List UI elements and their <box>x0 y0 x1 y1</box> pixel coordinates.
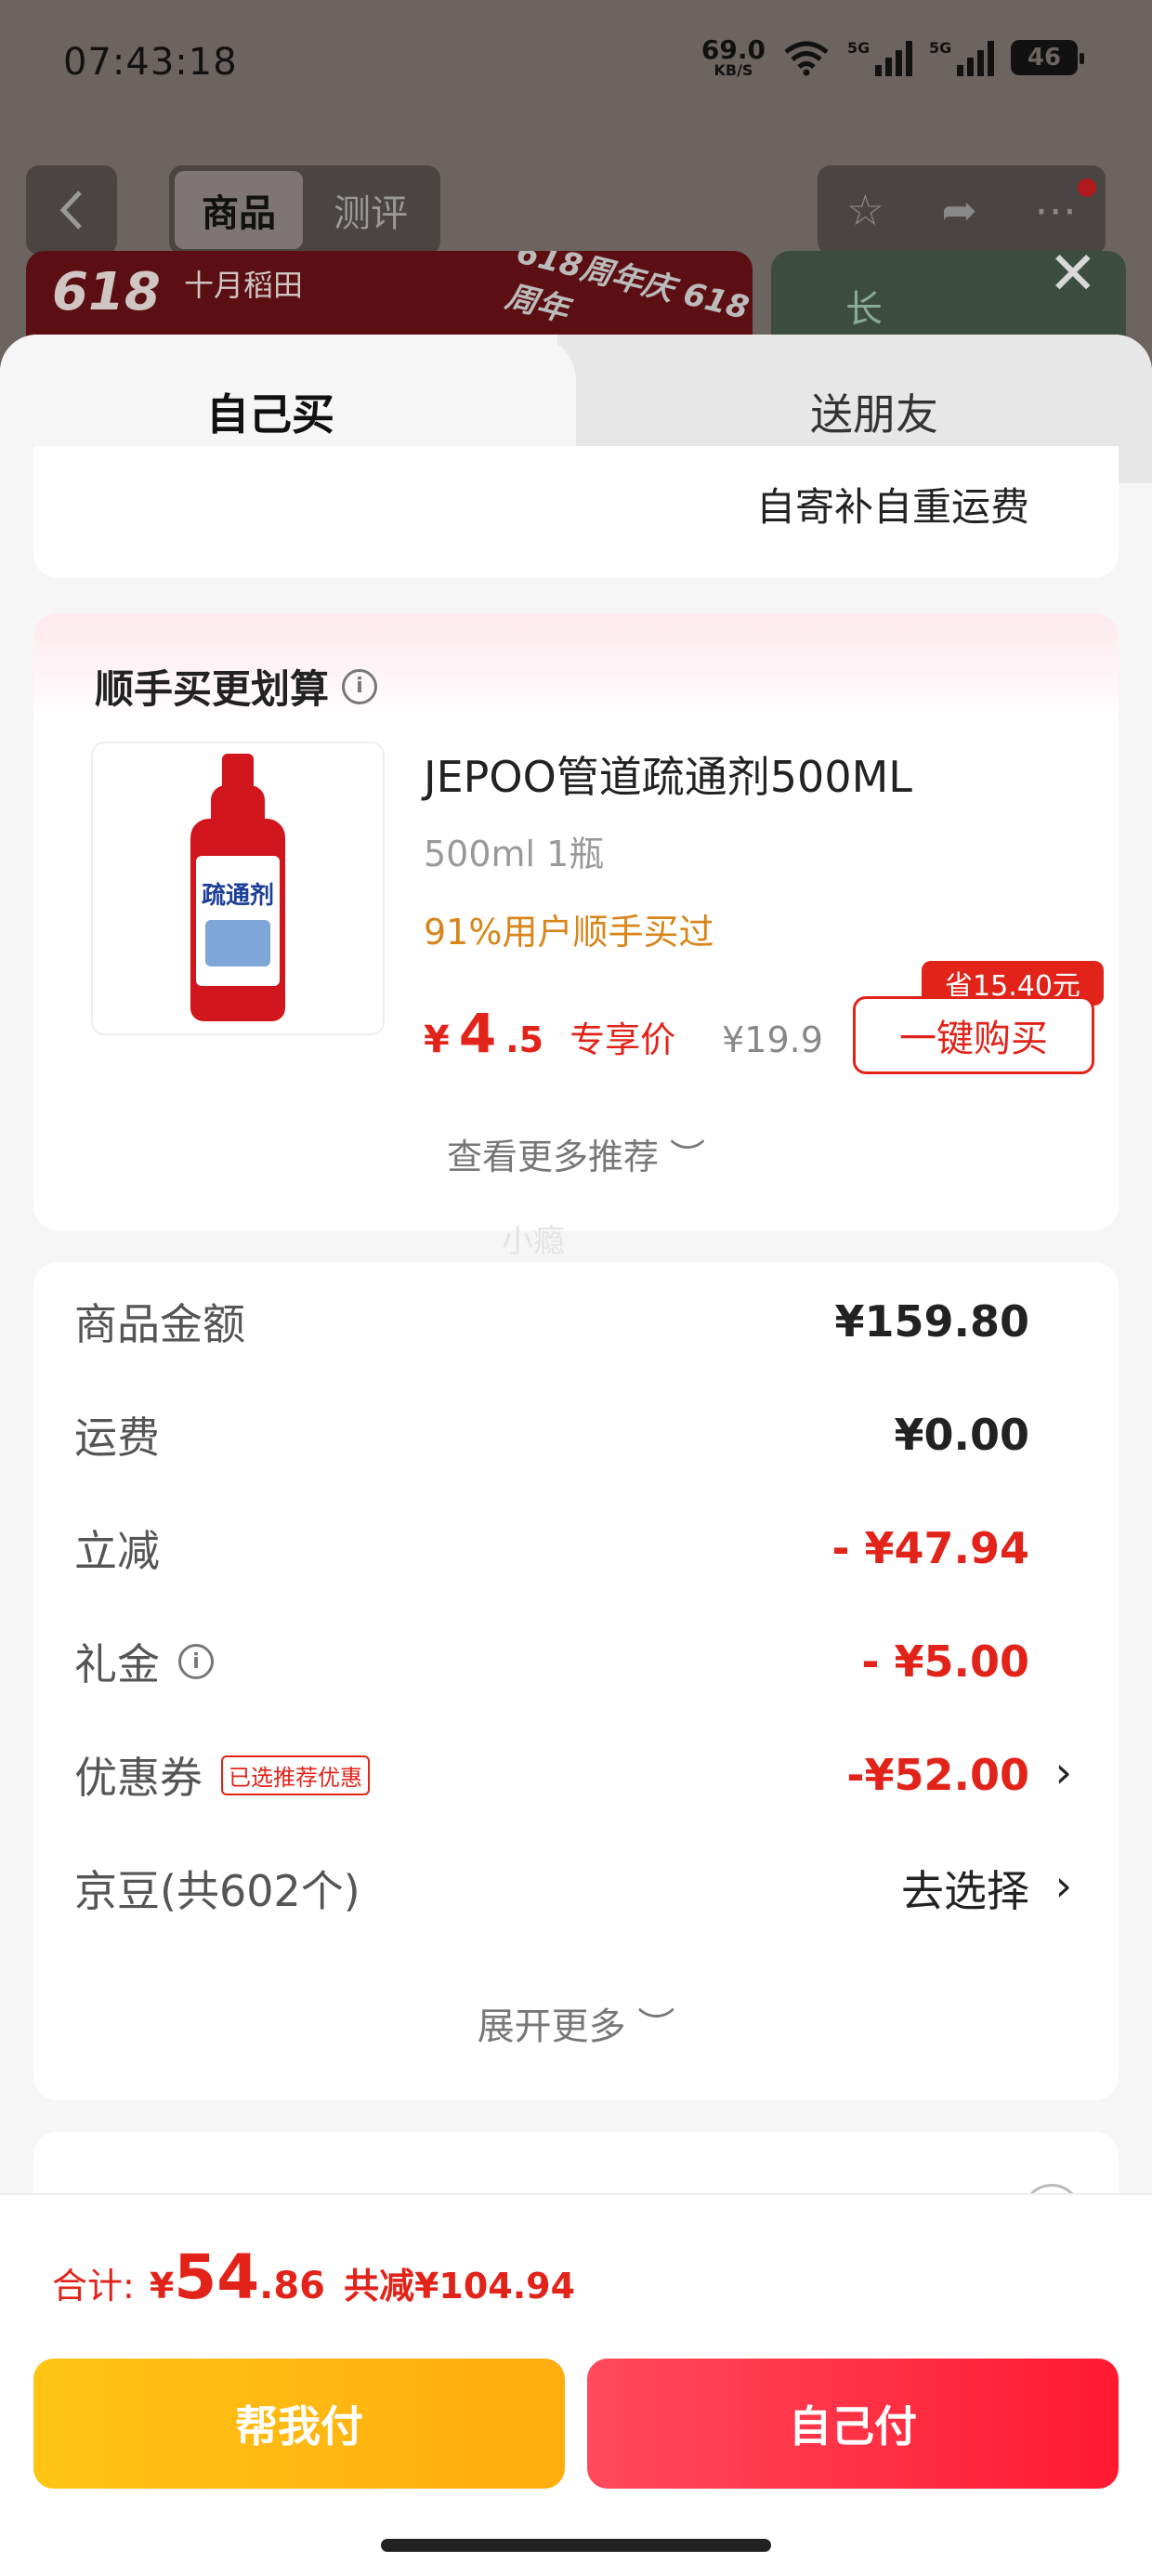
help-pay-button[interactable]: 帮我付 <box>33 2359 565 2489</box>
status-time: 07:43:18 <box>63 41 238 84</box>
network-speed-unit: KB/S <box>713 61 753 79</box>
row-jd-beans[interactable]: 京豆(共602个) 去选择 <box>74 1860 1029 1916</box>
share-icon[interactable]: ➦ <box>941 185 977 235</box>
price-int: 4 <box>458 1002 497 1065</box>
more-icon[interactable]: ⋯ <box>1034 185 1077 235</box>
one-click-buy-button[interactable]: 一键购买 <box>853 996 1094 1074</box>
goods-amount-value: ¥159.80 <box>834 1296 1029 1347</box>
close-icon[interactable]: ✕ <box>1048 240 1098 309</box>
checkout-footer: 合计: ¥ 54 .86 共减¥104.94 帮我付 自己付 <box>0 2193 1152 2576</box>
notification-dot <box>1078 178 1096 197</box>
total-reduce: 共减¥104.94 <box>343 2266 576 2307</box>
goods-amount-label: 商品金额 <box>74 1299 245 1349</box>
banner-brand: 十月稻田 <box>184 268 304 303</box>
original-price: ¥19.9 <box>722 1019 823 1060</box>
address-card[interactable]: 自寄补自重运费 <box>33 446 1119 578</box>
more-recommend-link[interactable]: 查看更多推荐 ︶ <box>33 1128 1119 1179</box>
row-coupon[interactable]: 优惠券 已选推荐优惠 -¥52.00 <box>74 1747 1029 1803</box>
total-dec: .86 <box>259 2265 325 2307</box>
back-button[interactable] <box>26 165 117 255</box>
product-name[interactable]: JEPOO管道疏通剂500ML <box>424 743 912 805</box>
row-discount: 立减 - ¥47.94 <box>74 1520 1029 1576</box>
product-spec[interactable]: 500ml 1瓶 <box>424 825 604 876</box>
chevron-left-icon <box>59 191 82 230</box>
recommend-title-text: 顺手买更划算 <box>95 666 330 712</box>
signal-icon-1: 5G <box>847 39 912 76</box>
row-goods-amount: 商品金额 ¥159.80 <box>74 1294 1029 1349</box>
total-label: 合计: <box>52 2266 135 2307</box>
watermark: 小瘾 <box>502 1223 565 1260</box>
chevron-right-icon[interactable]: › <box>1055 1860 1072 1911</box>
expand-more-link[interactable]: 展开更多 ︶ <box>33 1996 1119 2050</box>
battery-level: 46 <box>1027 44 1062 72</box>
status-icons: 69.0 KB/S 5G 5G 46 <box>701 37 1084 78</box>
screen: 07:43:18 69.0 KB/S 5G 5G 46 商品 测评 ☆ ➦ ⋯ … <box>0 0 1152 2576</box>
price-currency: ¥ <box>424 1019 450 1061</box>
info-icon[interactable]: i <box>178 1644 214 1679</box>
bottle-label: 疏通剂 <box>201 882 274 910</box>
total-currency: ¥ <box>149 2266 175 2307</box>
self-pay-button[interactable]: 自己付 <box>587 2359 1119 2489</box>
banner-logo: 618 <box>52 262 161 322</box>
price-tag: 专享价 <box>569 1019 676 1060</box>
shipping-label: 运费 <box>74 1413 160 1463</box>
discount-label: 立减 <box>74 1526 160 1576</box>
network-speed: 69.0 KB/S <box>701 37 766 78</box>
product-image[interactable]: 疏通剂 <box>91 742 385 1035</box>
wifi-icon <box>784 41 829 76</box>
network-speed-value: 69.0 <box>700 34 766 65</box>
row-gift: 礼金 i - ¥5.00 <box>74 1634 1029 1689</box>
tab-review[interactable]: 测评 <box>307 171 435 249</box>
tab-goods[interactable]: 商品 <box>175 171 303 249</box>
coupon-tag: 已选推荐优惠 <box>221 1755 370 1795</box>
gift-label-wrap: 礼金 i <box>74 1631 214 1692</box>
signal-icon-2: 5G <box>929 39 994 76</box>
bottle-image: 疏通剂 <box>187 754 289 1023</box>
jd-beans-value: 去选择 <box>901 1866 1029 1916</box>
total-int: 54 <box>174 2241 260 2313</box>
coupon-value: -¥52.00 <box>846 1750 1029 1800</box>
jd-beans-label: 京豆(共602个) <box>74 1866 360 1916</box>
info-icon[interactable]: i <box>342 668 378 704</box>
summary-card: 商品金额 ¥159.80 运费 ¥0.00 立减 - ¥47.94 礼金 i -… <box>33 1262 1119 2100</box>
chevron-right-icon[interactable]: › <box>1055 1747 1072 1797</box>
coupon-label: 优惠券 <box>74 1753 203 1803</box>
home-indicator[interactable] <box>381 2539 771 2552</box>
discount-value: - ¥47.94 <box>831 1523 1029 1573</box>
price-row: ¥ 4 .5 专享价 ¥19.9 <box>424 1002 823 1065</box>
product-rate: 91%用户顺手买过 <box>424 912 714 953</box>
partial-text: 自寄补自重运费 <box>755 484 1029 530</box>
status-bar: 07:43:18 69.0 KB/S 5G 5G 46 <box>0 0 1152 139</box>
tab-send-friend[interactable]: 送朋友 <box>810 381 938 442</box>
total-price: 合计: ¥ 54 .86 共减¥104.94 <box>52 2241 575 2313</box>
product-tabs: 商品 测评 <box>169 165 440 255</box>
recommend-title: 顺手买更划算 i <box>95 658 378 715</box>
tab-buy-self[interactable]: 自己买 <box>206 381 334 442</box>
coupon-label-wrap: 优惠券 已选推荐优惠 <box>74 1744 370 1806</box>
gift-label: 礼金 <box>74 1639 160 1689</box>
star-icon[interactable]: ☆ <box>846 185 884 235</box>
banner-right-text: 长 <box>845 288 883 331</box>
recommend-card: 顺手买更划算 i 疏通剂 JEPOO管道疏通剂500ML 500ml 1瓶 91… <box>33 613 1119 1230</box>
gift-value: - ¥5.00 <box>861 1636 1029 1687</box>
battery-icon: 46 <box>1011 40 1084 75</box>
price-dec: .5 <box>505 1019 544 1060</box>
shipping-value: ¥0.00 <box>894 1410 1029 1460</box>
row-shipping: 运费 ¥0.00 <box>74 1407 1029 1463</box>
